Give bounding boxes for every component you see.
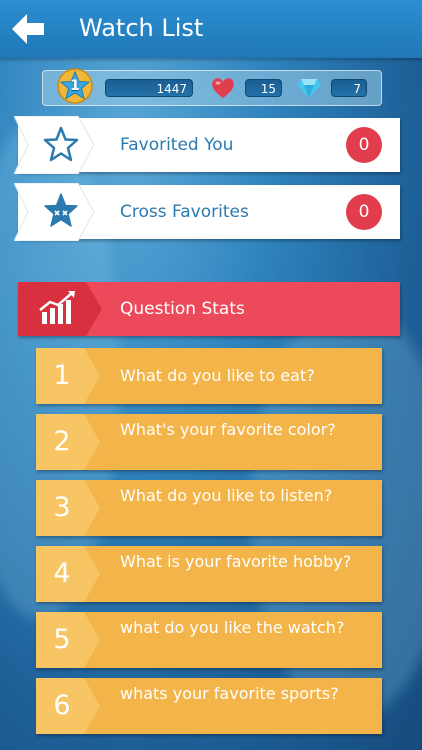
- favorited-you-label: Favorited You: [120, 135, 234, 155]
- star-outline-icon: [14, 116, 95, 174]
- gems-counter: 7: [331, 79, 367, 97]
- page-title: Watch List: [79, 14, 204, 42]
- question-number: 1: [53, 360, 71, 391]
- stats-bar: 1 1447 15 7: [42, 68, 382, 106]
- hearts-counter: 15: [245, 79, 282, 97]
- back-button[interactable]: [10, 11, 48, 47]
- question-stats-label: Question Stats: [120, 299, 245, 319]
- header-bar: Watch List: [0, 0, 422, 58]
- question-number: 4: [53, 558, 71, 589]
- question-row[interactable]: 1 What do you like to eat?: [36, 348, 382, 404]
- question-text: what do you like the watch?: [120, 618, 345, 637]
- question-text: What do you like to listen?: [120, 486, 333, 505]
- question-stats-header: Question Stats: [18, 282, 400, 336]
- chart-icon: [18, 282, 102, 336]
- question-row[interactable]: 4 What is your favorite hobby?: [36, 546, 382, 602]
- points-counter: 1447: [105, 79, 193, 97]
- question-number: 2: [53, 426, 71, 457]
- question-text: whats your favorite sports?: [120, 684, 339, 703]
- cross-favorites-label: Cross Favorites: [120, 202, 249, 222]
- question-row[interactable]: 6 whats your favorite sports?: [36, 678, 382, 734]
- favorited-you-count: 0: [346, 127, 382, 163]
- diamond-icon: [297, 79, 321, 98]
- favorited-you-card[interactable]: Favorited You 0: [14, 116, 400, 174]
- question-row[interactable]: 2 What's your favorite color?: [36, 414, 382, 470]
- level-badge: 1: [57, 68, 93, 104]
- question-text: What is your favorite hobby?: [120, 552, 352, 571]
- heart-icon: [212, 78, 234, 98]
- question-number: 5: [53, 624, 71, 655]
- cross-favorites-card[interactable]: Cross Favorites 0: [14, 183, 400, 241]
- question-row[interactable]: 3 What do you like to listen?: [36, 480, 382, 536]
- level-number: 1: [70, 78, 80, 94]
- back-arrow-icon: [12, 14, 44, 44]
- cross-favorites-count: 0: [346, 194, 382, 230]
- question-number: 3: [53, 492, 71, 523]
- question-text: What do you like to eat?: [120, 366, 315, 385]
- question-text: What's your favorite color?: [120, 420, 336, 439]
- cross-star-icon: [14, 183, 95, 241]
- question-row[interactable]: 5 what do you like the watch?: [36, 612, 382, 668]
- question-number: 6: [53, 690, 71, 721]
